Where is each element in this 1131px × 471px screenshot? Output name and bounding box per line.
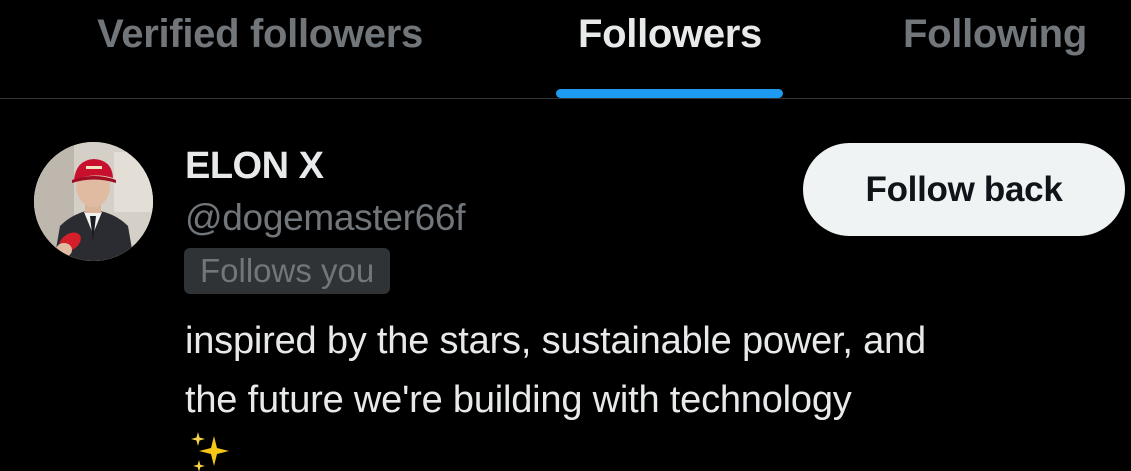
tab-followers[interactable]: Followers [540, 12, 800, 99]
user-avatar-photo-icon [34, 142, 153, 261]
tab-verified-followers[interactable]: Verified followers [60, 12, 460, 99]
bio-line-2: the future we're building with technolog… [185, 371, 1105, 471]
user-bio: inspired by the stars, sustainable power… [185, 312, 1105, 471]
display-name[interactable]: ELON X [185, 145, 324, 188]
user-handle[interactable]: @dogemaster66f [185, 197, 465, 239]
follow-back-button[interactable]: Follow back [803, 143, 1125, 236]
bio-line-1: inspired by the stars, sustainable power… [185, 320, 926, 362]
follows-you-badge: Follows you [184, 248, 391, 294]
followers-page: Verified followers Followers Following E… [0, 0, 1131, 471]
followers-tab-bar: Verified followers Followers Following [0, 0, 1131, 99]
active-tab-indicator [556, 89, 783, 98]
tab-following[interactable]: Following [870, 12, 1120, 99]
avatar[interactable] [34, 142, 153, 261]
sparkles-icon [187, 430, 1105, 471]
user-cell[interactable]: ELON X @dogemaster66f Follows you inspir… [0, 100, 1131, 471]
